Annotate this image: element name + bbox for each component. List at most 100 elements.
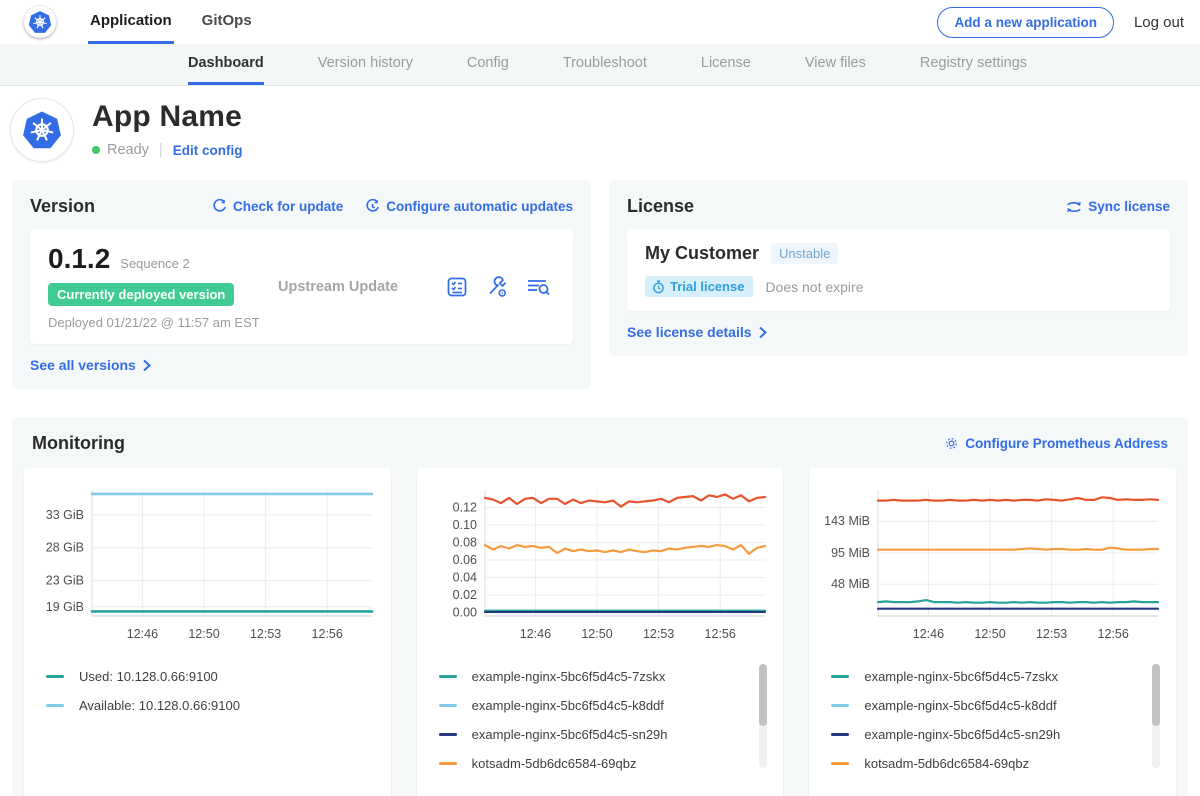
- svg-text:12:50: 12:50: [189, 627, 220, 641]
- see-all-versions-link[interactable]: See all versions: [30, 357, 152, 373]
- channel-badge: Unstable: [771, 243, 838, 264]
- status-text: Ready: [107, 142, 149, 158]
- tab-dashboard[interactable]: Dashboard: [188, 44, 264, 85]
- legend-series-label: Used: 10.128.0.66:9100: [79, 669, 218, 684]
- tab-config[interactable]: Config: [467, 44, 509, 85]
- svg-text:0.04: 0.04: [453, 571, 477, 585]
- tab-license[interactable]: License: [701, 44, 751, 85]
- svg-text:0.06: 0.06: [453, 553, 477, 567]
- see-license-details-link[interactable]: See license details: [627, 324, 768, 340]
- configure-prometheus-link[interactable]: Configure Prometheus Address: [944, 436, 1168, 451]
- disk-usage-chart: 12:4612:5012:5312:5619 GiB23 GiB28 GiB33…: [30, 480, 385, 652]
- license-expiry: Does not expire: [765, 279, 863, 295]
- legend-series-label: example-nginx-5bc6f5d4c5-sn29h: [472, 727, 668, 742]
- topnav-tab-gitops[interactable]: GitOps: [200, 0, 254, 44]
- memory-usage-legend: example-nginx-5bc6f5d4c5-7zskx example-ng…: [831, 662, 1170, 782]
- svg-text:12:46: 12:46: [127, 627, 158, 641]
- license-summary-row: My Customer Unstable Trial license Does …: [627, 229, 1170, 311]
- legend-item: Available: 10.128.0.66:9100: [46, 691, 355, 720]
- tab-view-files[interactable]: View files: [805, 44, 866, 85]
- sync-icon: [1066, 200, 1082, 214]
- logout-link[interactable]: Log out: [1134, 14, 1184, 31]
- app-sub-nav: Dashboard Version history Config Trouble…: [0, 44, 1200, 86]
- chevron-right-icon: [757, 326, 768, 339]
- legend-series-label: example-nginx-5bc6f5d4c5-k8ddf: [864, 698, 1056, 713]
- monitoring-section: Monitoring Configure Prometheus Address …: [12, 417, 1188, 796]
- kubernetes-wheel-icon: [20, 108, 64, 152]
- topnav-tab-application[interactable]: Application: [88, 0, 174, 44]
- check-for-update-label: Check for update: [233, 199, 343, 214]
- add-application-button[interactable]: Add a new application: [937, 7, 1114, 38]
- page-title: App Name: [92, 100, 242, 134]
- svg-text:12:56: 12:56: [1097, 627, 1128, 641]
- view-logs-icon[interactable]: [525, 275, 551, 299]
- sync-license-link[interactable]: Sync license: [1066, 199, 1170, 214]
- tab-troubleshoot[interactable]: Troubleshoot: [563, 44, 647, 85]
- legend-series-label: example-nginx-5bc6f5d4c5-7zskx: [864, 669, 1058, 684]
- configure-prometheus-label: Configure Prometheus Address: [965, 436, 1168, 451]
- tab-registry-settings[interactable]: Registry settings: [920, 44, 1027, 85]
- svg-text:33 GiB: 33 GiB: [46, 508, 84, 522]
- topnav-tabs: Application GitOps: [88, 0, 254, 44]
- legend-item: kotsadm-5db6dc6584-69qbz: [439, 749, 748, 778]
- legend-item: example-nginx-5bc6f5d4c5-7zskx: [831, 662, 1140, 691]
- legend-item: example-nginx-5bc6f5d4c5-sn29h: [439, 720, 748, 749]
- top-nav: Application GitOps Add a new application…: [0, 0, 1200, 44]
- legend-series-dash: [439, 762, 457, 765]
- svg-text:12:46: 12:46: [912, 627, 943, 641]
- license-type-badge: Trial license: [645, 276, 753, 297]
- legend-item: example-nginx-5bc6f5d4c5-7zskx: [439, 662, 748, 691]
- customer-name: My Customer: [645, 243, 759, 264]
- app-header: App Name Ready | Edit config: [0, 86, 1200, 180]
- chevron-right-icon: [141, 359, 152, 372]
- legend-series-label: Available: 10.128.0.66:9100: [79, 698, 240, 713]
- disk-usage-card: 12:4612:5012:5312:5619 GiB23 GiB28 GiB33…: [24, 468, 391, 796]
- edit-config-link[interactable]: Edit config: [173, 143, 243, 158]
- legend-series-label: example-nginx-5bc6f5d4c5-k8ddf: [472, 698, 664, 713]
- tab-version-history[interactable]: Version history: [318, 44, 413, 85]
- gear-icon: [944, 436, 959, 451]
- config-wrench-icon[interactable]: [485, 275, 509, 299]
- topnav-tab-label: GitOps: [202, 12, 252, 29]
- legend-series-label: example-nginx-5bc6f5d4c5-sn29h: [864, 727, 1060, 742]
- legend-series-dash: [831, 733, 849, 736]
- stopwatch-icon: [652, 280, 665, 294]
- svg-text:0.10: 0.10: [453, 518, 477, 532]
- refresh-icon: [212, 199, 227, 214]
- configure-automatic-updates-link[interactable]: Configure automatic updates: [365, 199, 573, 214]
- license-card-title: License: [627, 196, 694, 217]
- svg-text:19 GiB: 19 GiB: [46, 600, 84, 614]
- memory-usage-chart: 12:4612:5012:5312:5648 MiB95 MiB143 MiB: [815, 480, 1170, 652]
- version-source-label: Upstream Update: [278, 279, 445, 295]
- legend-item: example-nginx-5bc6f5d4c5-k8ddf: [831, 691, 1140, 720]
- svg-text:0.08: 0.08: [453, 536, 477, 550]
- svg-text:23 GiB: 23 GiB: [46, 574, 84, 588]
- version-card-title: Version: [30, 196, 95, 217]
- kubernetes-wheel-icon: [27, 9, 53, 35]
- sync-license-label: Sync license: [1088, 199, 1170, 214]
- svg-text:12:53: 12:53: [250, 627, 281, 641]
- svg-text:0.02: 0.02: [453, 588, 477, 602]
- see-license-details-label: See license details: [627, 324, 752, 340]
- license-type-label: Trial license: [670, 279, 744, 294]
- svg-text:12:56: 12:56: [312, 627, 343, 641]
- app-logo: [10, 98, 74, 162]
- svg-text:12:46: 12:46: [520, 627, 551, 641]
- monitoring-title: Monitoring: [32, 433, 125, 454]
- legend-scrollbar[interactable]: [1152, 664, 1160, 726]
- check-for-update-link[interactable]: Check for update: [212, 199, 343, 214]
- svg-text:0.00: 0.00: [453, 606, 477, 620]
- legend-scrollbar[interactable]: [759, 664, 767, 726]
- cpu-usage-card: 12:4612:5012:5312:560.000.020.040.060.08…: [417, 468, 784, 796]
- release-notes-icon[interactable]: [445, 275, 469, 299]
- deployed-timestamp: Deployed 01/21/22 @ 11:57 am EST: [48, 315, 278, 330]
- svg-text:12:50: 12:50: [581, 627, 612, 641]
- configure-automatic-updates-label: Configure automatic updates: [386, 199, 573, 214]
- legend-series-dash: [439, 733, 457, 736]
- memory-usage-card: 12:4612:5012:5312:5648 MiB95 MiB143 MiB …: [809, 468, 1176, 796]
- kubernetes-logo[interactable]: [24, 6, 56, 38]
- legend-series-dash: [831, 704, 849, 707]
- legend-series-dash: [439, 704, 457, 707]
- legend-series-dash: [439, 675, 457, 678]
- legend-series-dash: [46, 675, 64, 678]
